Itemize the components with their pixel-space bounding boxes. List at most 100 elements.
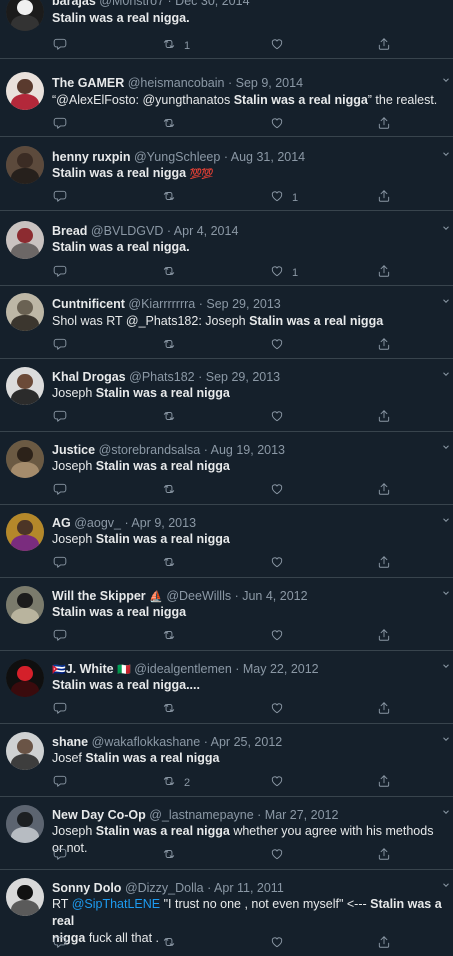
author-handle[interactable]: @BVLDGVD	[91, 224, 163, 238]
share-button[interactable]	[377, 337, 399, 354]
reply-button[interactable]	[53, 629, 75, 645]
retweet-button[interactable]	[162, 190, 184, 206]
tweet-date[interactable]: Sep 29, 2013	[206, 297, 280, 311]
chevron-down-icon[interactable]	[441, 588, 453, 604]
author-name[interactable]: AG	[52, 516, 71, 530]
author-handle[interactable]: @YungSchleep	[134, 150, 220, 164]
retweet-button[interactable]	[162, 556, 184, 572]
like-button[interactable]	[270, 702, 292, 718]
tweet-item[interactable]: The GAMER @heismancobain · Sep 9, 2014 “@…	[0, 59, 453, 137]
avatar[interactable]	[6, 659, 44, 697]
chevron-down-icon[interactable]	[441, 0, 453, 9]
retweet-button[interactable]	[162, 702, 184, 718]
avatar[interactable]	[6, 0, 44, 31]
like-button[interactable]	[270, 117, 292, 133]
share-button[interactable]	[377, 701, 399, 718]
mention-link[interactable]: @SipThatLENE	[72, 897, 160, 911]
tweet-date[interactable]: Jun 4, 2012	[242, 589, 307, 603]
retweet-button[interactable]	[162, 629, 184, 645]
tweet-item[interactable]: barajas @M0nstro7 · Dec 30, 2014 Stalin w…	[0, 0, 453, 59]
tweet-item[interactable]: Justice @storebrandsalsa · Aug 19, 2013 J…	[0, 432, 453, 505]
author-handle[interactable]: @wakaflokkashane	[92, 735, 201, 749]
share-button[interactable]	[377, 264, 399, 281]
author-handle[interactable]: @heismancobain	[128, 76, 225, 90]
reply-button[interactable]	[53, 483, 75, 499]
chevron-down-icon[interactable]	[441, 369, 453, 385]
chevron-down-icon[interactable]	[441, 661, 453, 677]
reply-button[interactable]	[53, 702, 75, 718]
author-handle[interactable]: @_lastnamepayne	[149, 808, 253, 822]
reply-button[interactable]	[53, 848, 75, 864]
tweet-item[interactable]: Cuntnificent @Kiarrrrrrra · Sep 29, 2013…	[0, 286, 453, 359]
author-name[interactable]: Bread	[52, 224, 87, 238]
chevron-down-icon[interactable]	[441, 880, 453, 896]
tweet-date[interactable]: Aug 31, 2014	[231, 150, 305, 164]
reply-button[interactable]	[53, 190, 75, 206]
author-handle[interactable]: @aogv_	[74, 516, 121, 530]
like-button[interactable]	[270, 338, 292, 354]
retweet-button[interactable]	[162, 338, 184, 354]
tweet-date[interactable]: Sep 29, 2013	[206, 370, 280, 384]
avatar[interactable]	[6, 146, 44, 184]
author-handle[interactable]: @storebrandsalsa	[99, 443, 201, 457]
tweet-date[interactable]: Dec 30, 2014	[175, 0, 249, 8]
like-button[interactable]	[270, 775, 292, 791]
avatar[interactable]	[6, 72, 44, 110]
tweet-item[interactable]: Sonny Dolo @Dizzy_Dolla · Apr 11, 2011 RT…	[0, 870, 453, 956]
reply-button[interactable]	[53, 117, 75, 133]
retweet-button[interactable]	[162, 936, 184, 952]
like-button[interactable]	[270, 38, 292, 54]
chevron-down-icon[interactable]	[441, 75, 453, 91]
share-button[interactable]	[377, 482, 399, 499]
retweet-button[interactable]	[162, 848, 184, 864]
avatar[interactable]	[6, 293, 44, 331]
chevron-down-icon[interactable]	[441, 296, 453, 312]
author-handle[interactable]: @Kiarrrrrrra	[128, 297, 195, 311]
reply-button[interactable]	[53, 410, 75, 426]
share-button[interactable]	[377, 935, 399, 952]
avatar[interactable]	[6, 513, 44, 551]
retweet-button[interactable]	[162, 483, 184, 499]
retweet-button[interactable]: 2	[162, 775, 190, 791]
tweet-date[interactable]: Mar 27, 2012	[265, 808, 339, 822]
author-name[interactable]: Cuntnificent	[52, 297, 125, 311]
author-name[interactable]: Justice	[52, 443, 95, 457]
tweet-date[interactable]: Apr 11, 2011	[214, 881, 284, 895]
tweet-date[interactable]: Sep 9, 2014	[236, 76, 303, 90]
tweet-item[interactable]: shane @wakaflokkashane · Apr 25, 2012 Jos…	[0, 724, 453, 797]
share-button[interactable]	[377, 37, 399, 54]
avatar[interactable]	[6, 586, 44, 624]
author-handle[interactable]: @Dizzy_Dolla	[125, 881, 204, 895]
chevron-down-icon[interactable]	[441, 442, 453, 458]
reply-button[interactable]	[53, 936, 75, 952]
author-handle[interactable]: @Phats182	[129, 370, 195, 384]
tweet-date[interactable]: Apr 25, 2012	[211, 735, 283, 749]
reply-button[interactable]	[53, 38, 75, 54]
author-name[interactable]: Khal Drogas	[52, 370, 126, 384]
author-name[interactable]: New Day Co-Op	[52, 808, 146, 822]
tweet-date[interactable]: Apr 4, 2014	[174, 224, 239, 238]
retweet-button[interactable]: 1	[162, 38, 190, 54]
reply-button[interactable]	[53, 265, 75, 281]
avatar[interactable]	[6, 805, 44, 843]
retweet-button[interactable]	[162, 117, 184, 133]
author-handle[interactable]: @DeeWillls	[166, 589, 231, 603]
tweet-date[interactable]: Aug 19, 2013	[211, 443, 285, 457]
reply-button[interactable]	[53, 338, 75, 354]
avatar[interactable]	[6, 732, 44, 770]
author-handle[interactable]: @idealgentlemen	[134, 662, 231, 676]
tweet-item[interactable]: Bread @BVLDGVD · Apr 4, 2014 Stalin was a…	[0, 211, 453, 286]
tweet-item[interactable]: New Day Co-Op @_lastnamepayne · Mar 27, …	[0, 797, 453, 870]
author-name[interactable]: shane	[52, 735, 88, 749]
chevron-down-icon[interactable]	[441, 807, 453, 823]
avatar[interactable]	[6, 440, 44, 478]
like-button[interactable]	[270, 556, 292, 572]
share-button[interactable]	[377, 774, 399, 791]
chevron-down-icon[interactable]	[441, 149, 453, 165]
reply-button[interactable]	[53, 775, 75, 791]
author-name[interactable]: Will the Skipper	[52, 589, 146, 603]
author-name[interactable]: J. White	[66, 662, 114, 676]
tweet-item[interactable]: Khal Drogas @Phats182 · Sep 29, 2013 Jose…	[0, 359, 453, 432]
tweet-item[interactable]: Will the Skipper ⛵ @DeeWillls · Jun 4, 2…	[0, 578, 453, 651]
author-name[interactable]: henny ruxpin	[52, 150, 130, 164]
